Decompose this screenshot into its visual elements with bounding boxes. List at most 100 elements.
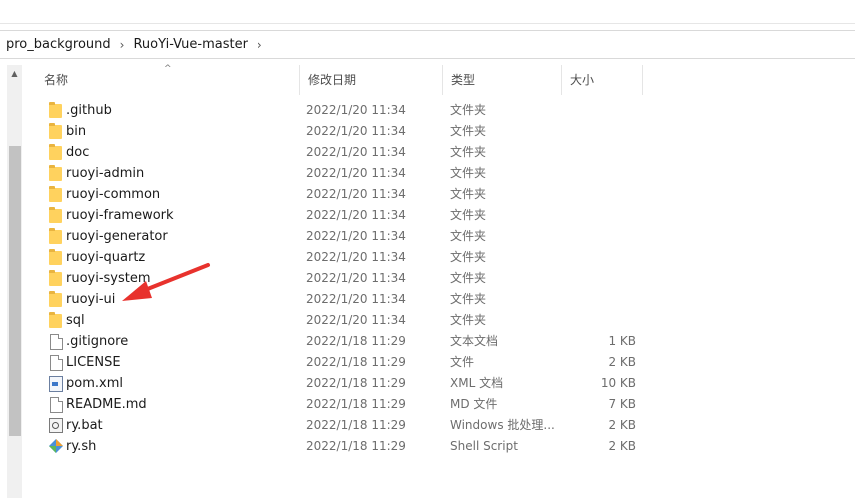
file-row[interactable]: ruoyi-admin 2022/1/20 11:34 文件夹 <box>45 163 645 184</box>
file-row[interactable]: ruoyi-generator 2022/1/20 11:34 文件夹 <box>45 226 645 247</box>
file-modified-date: 2022/1/20 11:34 <box>306 208 406 222</box>
file-name: .gitignore <box>66 334 129 349</box>
folder-icon <box>47 100 63 121</box>
file-modified-date: 2022/1/18 11:29 <box>306 397 406 411</box>
file-name: ruoyi-common <box>66 187 161 202</box>
file-modified-date: 2022/1/20 11:34 <box>306 271 406 285</box>
file-modified-date: 2022/1/18 11:29 <box>306 355 406 369</box>
breadcrumb-chevron-icon[interactable]: › <box>253 38 266 52</box>
file-row[interactable]: .github 2022/1/20 11:34 文件夹 <box>45 100 645 121</box>
file-name: ruoyi-framework <box>66 208 174 223</box>
breadcrumb-pro-background[interactable]: pro_background <box>0 37 116 52</box>
file-type: MD 文件 <box>450 397 498 411</box>
scroll-up-arrow-icon[interactable]: ▲ <box>7 68 22 80</box>
file-modified-date: 2022/1/20 11:34 <box>306 145 406 159</box>
file-row[interactable]: doc 2022/1/20 11:34 文件夹 <box>45 142 645 163</box>
file-type: 文件夹 <box>450 103 487 117</box>
column-header-size-label: 大小 <box>570 73 595 87</box>
file-row[interactable]: .gitignore 2022/1/18 11:29 文本文档 1 KB <box>45 331 645 352</box>
file-modified-date: 2022/1/18 11:29 <box>306 418 406 432</box>
file-name: doc <box>66 145 90 160</box>
file-type: 文件夹 <box>450 166 487 180</box>
file-row[interactable]: ruoyi-quartz 2022/1/20 11:34 文件夹 <box>45 247 645 268</box>
file-type: 文件夹 <box>450 229 487 243</box>
file-size <box>575 121 636 142</box>
file-row[interactable]: ry.sh 2022/1/18 11:29 Shell Script 2 KB <box>45 436 645 457</box>
sort-ascending-icon: ^ <box>164 64 172 74</box>
file-row[interactable]: ruoyi-common 2022/1/20 11:34 文件夹 <box>45 184 645 205</box>
file-size <box>575 184 636 205</box>
file-size <box>575 226 636 247</box>
file-type: 文件夹 <box>450 271 487 285</box>
file-modified-date: 2022/1/20 11:34 <box>306 313 406 327</box>
file-row[interactable]: ry.bat 2022/1/18 11:29 Windows 批处理... 2 KB <box>45 415 645 436</box>
file-row[interactable]: sql 2022/1/20 11:34 文件夹 <box>45 310 645 331</box>
file-type: 文件夹 <box>450 208 487 222</box>
breadcrumb-chevron-icon[interactable]: › <box>116 38 129 52</box>
file-size <box>575 205 636 226</box>
file-row[interactable]: ruoyi-ui 2022/1/20 11:34 文件夹 <box>45 289 645 310</box>
address-bar[interactable]: pro_background › RuoYi-Vue-master › <box>0 30 855 59</box>
file-name: ruoyi-generator <box>66 229 168 244</box>
file-size <box>575 142 636 163</box>
file-row[interactable]: bin 2022/1/20 11:34 文件夹 <box>45 121 645 142</box>
file-name: ruoyi-quartz <box>66 250 146 265</box>
file-size: 2 KB <box>608 355 636 369</box>
file-row[interactable]: pom.xml 2022/1/18 11:29 XML 文档 10 KB <box>45 373 645 394</box>
file-size <box>575 289 636 310</box>
file-size: 7 KB <box>608 397 636 411</box>
file-modified-date: 2022/1/18 11:29 <box>306 334 406 348</box>
file-size: 2 KB <box>608 418 636 432</box>
folder-icon <box>47 184 63 205</box>
file-size: 10 KB <box>600 376 636 390</box>
folder-icon <box>47 163 63 184</box>
folder-icon <box>47 247 63 268</box>
file-name: sql <box>66 313 85 328</box>
file-modified-date: 2022/1/20 11:34 <box>306 124 406 138</box>
file-modified-date: 2022/1/20 11:34 <box>306 250 406 264</box>
file-row[interactable]: LICENSE 2022/1/18 11:29 文件 2 KB <box>45 352 645 373</box>
column-header-type[interactable]: 类型 <box>442 65 562 95</box>
file-icon <box>47 352 63 373</box>
file-size <box>575 310 636 331</box>
file-type: 文件夹 <box>450 187 487 201</box>
folder-icon <box>47 289 63 310</box>
file-modified-date: 2022/1/18 11:29 <box>306 439 406 453</box>
file-modified-date: 2022/1/20 11:34 <box>306 187 406 201</box>
file-row[interactable]: ruoyi-framework 2022/1/20 11:34 文件夹 <box>45 205 645 226</box>
file-name: ruoyi-ui <box>66 292 116 307</box>
file-modified-date: 2022/1/20 11:34 <box>306 103 406 117</box>
file-name: bin <box>66 124 87 139</box>
file-icon <box>47 394 63 415</box>
file-type: Shell Script <box>450 439 518 453</box>
file-row[interactable]: README.md 2022/1/18 11:29 MD 文件 7 KB <box>45 394 645 415</box>
xml-file-icon <box>47 373 63 394</box>
file-icon <box>47 331 63 352</box>
file-row[interactable]: ruoyi-system 2022/1/20 11:34 文件夹 <box>45 268 645 289</box>
file-name: .github <box>66 103 112 118</box>
column-header-date-label: 修改日期 <box>308 73 357 87</box>
file-size <box>575 247 636 268</box>
file-modified-date: 2022/1/18 11:29 <box>306 376 406 390</box>
file-size: 2 KB <box>608 439 636 453</box>
scroll-thumb[interactable] <box>9 146 21 436</box>
window-top-strip <box>0 0 855 24</box>
column-header-name-label: 名称 <box>44 73 69 87</box>
column-divider <box>642 65 643 95</box>
file-name: README.md <box>66 397 147 412</box>
file-type: Windows 批处理... <box>450 418 555 432</box>
file-type: 文件夹 <box>450 313 487 327</box>
file-name: ry.sh <box>66 439 97 454</box>
vertical-scrollbar[interactable]: ▲ <box>7 65 22 498</box>
file-modified-date: 2022/1/20 11:34 <box>306 229 406 243</box>
folder-icon <box>47 121 63 142</box>
file-list: .github 2022/1/20 11:34 文件夹 bin 2022/1/20 11… <box>45 100 645 457</box>
file-name: pom.xml <box>66 376 123 391</box>
folder-icon <box>47 310 63 331</box>
file-name: LICENSE <box>66 355 121 370</box>
column-header-size[interactable]: 大小 <box>561 65 643 95</box>
breadcrumb-ruoyi-vue-master[interactable]: RuoYi-Vue-master <box>128 37 252 52</box>
column-header-type-label: 类型 <box>451 73 476 87</box>
column-header-date[interactable]: 修改日期 <box>299 65 443 95</box>
file-type: 文件夹 <box>450 292 487 306</box>
